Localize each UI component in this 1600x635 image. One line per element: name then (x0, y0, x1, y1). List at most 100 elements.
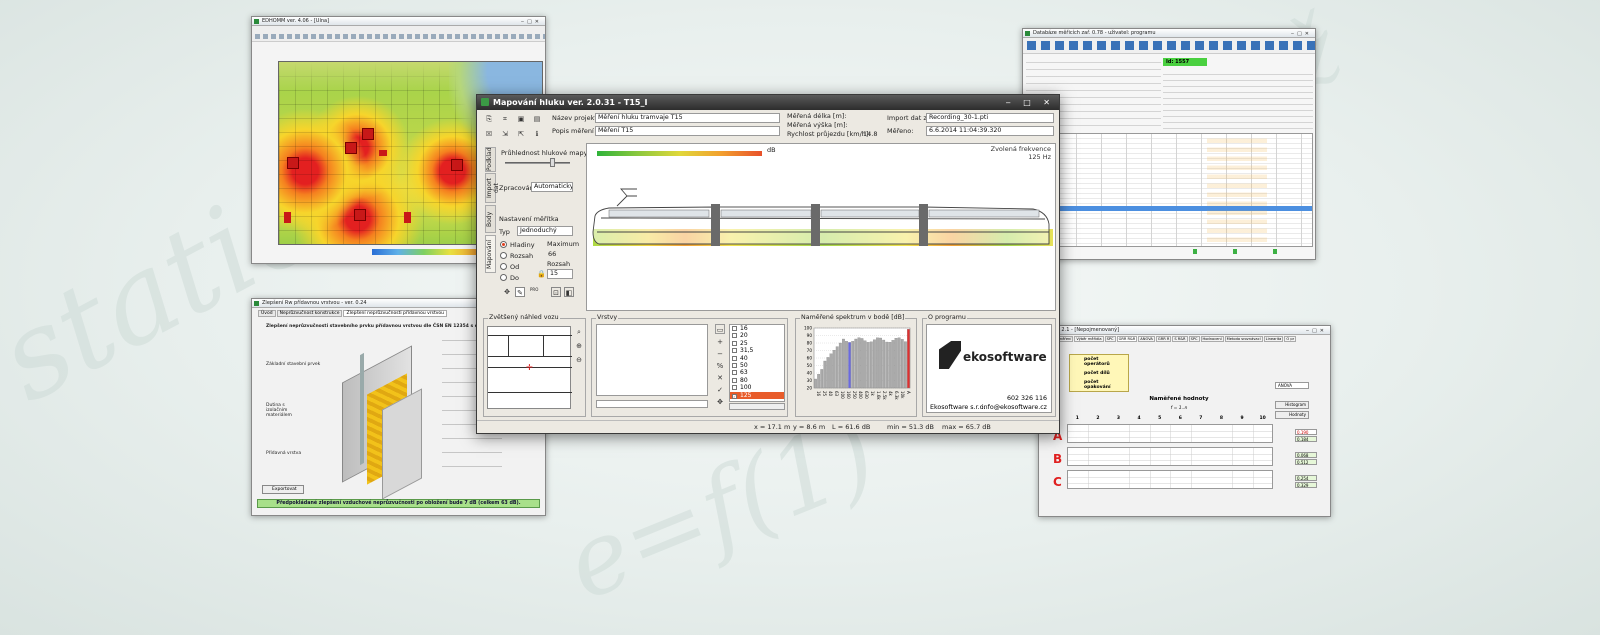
checkbox[interactable] (732, 333, 737, 339)
checkbox[interactable] (732, 370, 737, 376)
zoom-out-icon[interactable]: ⊖ (574, 355, 584, 365)
tab-body[interactable]: Body (485, 205, 496, 233)
rr-group-block (1067, 447, 1273, 466)
freq-item[interactable]: 25 (730, 340, 784, 347)
source-marker (354, 209, 366, 221)
operators-button[interactable]: počet operátorů (1070, 355, 1128, 369)
info-icon[interactable]: ℹ (532, 129, 542, 139)
project-name-input[interactable]: Měření hluku tramvaje T15 (595, 113, 780, 123)
repeats-button[interactable]: počet opakování (1070, 378, 1128, 392)
radio-od[interactable] (500, 263, 507, 270)
range-input[interactable]: 15 (547, 269, 573, 279)
panel-icon[interactable]: ◧ (564, 287, 574, 297)
percent-icon[interactable]: % (715, 361, 725, 371)
layers-list[interactable] (596, 324, 708, 396)
tab[interactable]: ANOVA (1138, 336, 1155, 342)
remove-layer-icon[interactable]: − (715, 349, 725, 359)
rr-table: 1 2 3 4 5 6 7 8 9 10 (1053, 416, 1273, 496)
move-icon[interactable]: ✥ (715, 397, 725, 407)
freq-list[interactable]: 16 20 25 31,5 40 50 63 80 100 ✓ 125 (729, 324, 785, 402)
checkbox[interactable] (732, 385, 737, 391)
freq-item[interactable]: 50 (730, 362, 784, 369)
processing-select[interactable]: Automaticky (531, 182, 573, 192)
checkbox[interactable] (732, 326, 737, 331)
checkbox[interactable]: ✓ (732, 393, 737, 399)
freq-label: 40 (740, 354, 748, 362)
import-icon[interactable]: ⇲ (500, 129, 510, 139)
zoom-in-icon[interactable]: ⊕ (574, 341, 584, 351)
type-select[interactable]: Jednoduchý (517, 226, 573, 236)
lock-icon[interactable]: 🔒 (537, 270, 546, 278)
save-as-icon[interactable]: ▤ (532, 114, 542, 124)
checkbox[interactable] (732, 348, 737, 354)
tab[interactable]: Hodnocení (1200, 336, 1224, 342)
checkbox[interactable] (732, 340, 737, 346)
freq-item[interactable]: 40 (730, 355, 784, 362)
window-controls[interactable]: ‒□✕ (1291, 30, 1312, 39)
spectrum-bar (885, 341, 889, 389)
radio-rozsah[interactable] (500, 252, 507, 259)
window-controls[interactable]: ‒□✕ (521, 18, 542, 27)
tab[interactable]: GRR R&R (1116, 336, 1138, 342)
tab-mapovani[interactable]: Mapování (485, 235, 496, 273)
parts-button[interactable]: počet dílů (1070, 369, 1128, 378)
confirm-icon[interactable]: ✓ (715, 385, 725, 395)
close-project-icon[interactable]: ☒ (484, 129, 494, 139)
zoom-icon[interactable]: ⌕ (574, 327, 584, 337)
tab-podklad[interactable]: Podklad (485, 147, 496, 172)
import-input[interactable]: Recording_30-1.pti (926, 113, 1054, 123)
tab[interactable]: GRR R (1155, 336, 1172, 342)
export-icon[interactable]: ⇱ (516, 129, 526, 139)
export-button[interactable]: Exportovat (262, 485, 304, 494)
freq-item[interactable]: 16 (730, 325, 784, 332)
values-button[interactable]: Hodnoty (1275, 411, 1309, 419)
checkbox[interactable] (732, 355, 737, 361)
spectrum-panel: Naměřené spektrum v bodě [dB] 100 90 80 70 6… (795, 314, 917, 417)
freq-item[interactable]: 63 (730, 369, 784, 376)
spectrum-bar (869, 341, 873, 389)
transparency-slider[interactable] (505, 162, 570, 164)
add-layer-icon[interactable]: + (715, 337, 725, 347)
tab-konstrukce[interactable]: Neprůzvučnost konstrukce (276, 310, 343, 317)
open-icon[interactable]: ⌗ (500, 114, 510, 124)
freq-item[interactable]: 80 (730, 377, 784, 384)
description-input[interactable]: Měření T15 (595, 126, 780, 136)
move-tool-icon[interactable]: ✥ (502, 287, 512, 297)
window-controls[interactable]: ‒ □ ✕ (1006, 95, 1055, 110)
slider-thumb[interactable] (550, 158, 555, 167)
tab[interactable]: S R&R (1172, 336, 1188, 342)
radio-hladiny[interactable] (500, 241, 507, 248)
pro-tool-label[interactable]: PRO (530, 287, 538, 292)
freq-item[interactable]: 31,5 (730, 347, 784, 354)
window-controls[interactable]: ‒□✕ (1306, 327, 1327, 336)
tab[interactable]: Výběr měřidla (1074, 336, 1104, 342)
new-icon[interactable]: ⎘ (484, 114, 494, 124)
delete-icon[interactable]: ✕ (715, 373, 725, 383)
window-titlebar: Databáze měřicích zař. 0.78 - uživatel: … (1023, 29, 1315, 38)
tab[interactable]: SPC (1104, 336, 1116, 342)
freq-item[interactable]: 100 (730, 384, 784, 391)
checkbox[interactable] (732, 377, 737, 383)
measured-input[interactable]: 6.6.2014 11:04:39.320 (926, 126, 1054, 136)
pen-tool-icon[interactable]: ✎ (515, 287, 525, 297)
freq-scrollbar[interactable] (729, 403, 785, 410)
tab[interactable]: Linearita (1263, 336, 1284, 342)
tab[interactable]: SPC (1188, 336, 1200, 342)
tab[interactable]: O pr (1284, 336, 1297, 342)
freq-item[interactable]: ✓ 125 (730, 391, 784, 399)
anova-select[interactable]: ANOVA (1275, 382, 1309, 389)
layers-scrollbar[interactable] (596, 400, 708, 408)
tab[interactable]: Metoda srovnávací (1224, 336, 1263, 342)
radio-do[interactable] (500, 274, 507, 281)
histogram-button[interactable]: Histogram (1275, 401, 1309, 409)
ruler-icon[interactable]: ▭ (715, 324, 725, 334)
save-icon[interactable]: ▣ (516, 114, 526, 124)
tab-uvod[interactable]: Úvod (258, 310, 276, 317)
freq-item[interactable]: 20 (730, 332, 784, 339)
tab-zlepseni[interactable]: Zlepšení neprůzvučnosti přídavnou vrstvo… (343, 310, 448, 317)
app-icon (481, 98, 489, 106)
spectrum-ytick: 90 (807, 333, 813, 338)
tab-import[interactable]: Import dat (485, 173, 500, 203)
fit-icon[interactable]: ⊡ (551, 287, 561, 297)
checkbox[interactable] (732, 362, 737, 368)
